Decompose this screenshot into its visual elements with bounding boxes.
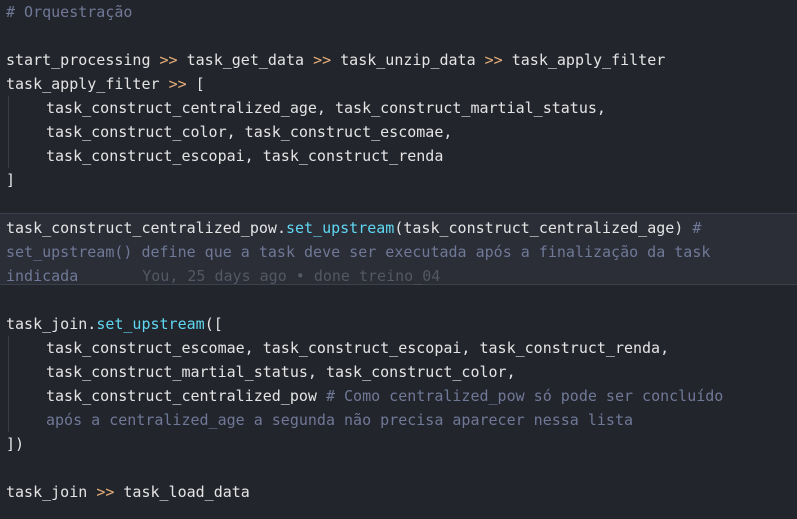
code-line-8: ] (6, 168, 15, 192)
comment-text: indicada (6, 267, 79, 285)
code-line-14: task_construct_martial_status, task_cons… (6, 360, 516, 384)
code-line-7: task_construct_escopai, task_construct_r… (6, 144, 443, 168)
operator: >> (96, 483, 115, 501)
identifier: task_construct_centralized_pow (46, 387, 317, 405)
identifier-list: task_construct_centralized_age, task_con… (46, 99, 606, 117)
code-line-4: task_apply_filter >> [ (6, 72, 205, 96)
identifier-list: task_construct_escomae, task_construct_e… (46, 339, 670, 357)
indent-guide (6, 120, 46, 144)
code-line-10-wrap-2: indicada You, 25 days ago • done treino_0… (6, 264, 440, 288)
code-line-10: task_construct_centralized_pow.set_upstr… (6, 216, 701, 240)
identifier: task_join (6, 315, 88, 333)
identifier: task_join (6, 483, 88, 501)
operator: >> (159, 51, 178, 69)
code-line-15-wrap-1: após a centralized_age a segunda não pre… (6, 408, 633, 432)
git-blame-annotation[interactable]: You, 25 days ago • done treino_04 (142, 264, 440, 288)
indent-guide (6, 408, 46, 432)
identifier: task_apply_filter (6, 75, 160, 93)
identifier: task_get_data (186, 51, 305, 69)
code-line-15: task_construct_centralized_pow # Como ce… (6, 384, 723, 408)
identifier-list: task_construct_martial_status, task_cons… (46, 363, 516, 381)
comment-text: após a centralized_age a segunda não pre… (46, 411, 633, 429)
code-line-12: task_join.set_upstream([ (6, 312, 223, 336)
dot: . (276, 219, 286, 237)
code-editor[interactable]: # Orquestração start_processing >> task_… (0, 0, 797, 519)
code-line-5: task_construct_centralized_age, task_con… (6, 96, 606, 120)
identifier: task_apply_filter (511, 51, 666, 69)
identifier: task_load_data (123, 483, 250, 501)
indent-guide (6, 360, 46, 384)
call-arguments: (task_construct_centralized_age) (394, 219, 684, 237)
code-line-1: # Orquestração (6, 0, 132, 24)
identifier: task_unzip_data (340, 51, 476, 69)
comment-text: # Orquestração (6, 3, 133, 21)
code-line-13: task_construct_escomae, task_construct_e… (6, 336, 669, 360)
identifier: start_processing (6, 51, 151, 69)
dot: . (87, 315, 97, 333)
comment-text: # (683, 219, 702, 237)
bracket: ([ (204, 315, 223, 333)
code-line-10-wrap-1: set_upstream() define que a task deve se… (6, 240, 710, 264)
comment-text: set_upstream() define que a task deve se… (6, 243, 711, 261)
indent-guide (6, 384, 46, 408)
bracket: [ (195, 75, 205, 93)
bracket: ]) (6, 435, 25, 453)
code-line-6: task_construct_color, task_construct_esc… (6, 120, 452, 144)
method-name: set_upstream (96, 315, 205, 333)
code-line-16: ]) (6, 432, 24, 456)
operator: >> (484, 51, 503, 69)
identifier-list: task_construct_color, task_construct_esc… (46, 123, 453, 141)
indent-guide (6, 336, 46, 360)
operator: >> (168, 75, 187, 93)
code-line-3: start_processing >> task_get_data >> tas… (6, 48, 665, 72)
operator: >> (313, 51, 332, 69)
code-line-18: task_join >> task_load_data (6, 480, 250, 504)
indent-guide (6, 144, 46, 168)
indent-guide (6, 96, 46, 120)
identifier-list: task_construct_escopai, task_construct_r… (46, 147, 444, 165)
method-name: set_upstream (285, 219, 395, 237)
comment-text: # Como centralized_pow só pode ser concl… (316, 387, 724, 405)
bracket: ] (6, 171, 16, 189)
identifier: task_construct_centralized_pow (6, 219, 277, 237)
